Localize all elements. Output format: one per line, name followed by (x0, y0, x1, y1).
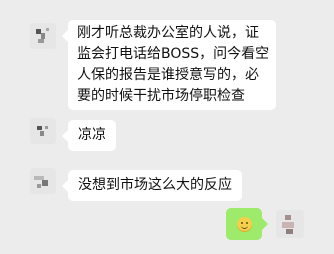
contact-avatar[interactable] (30, 23, 56, 49)
self-avatar[interactable] (276, 210, 304, 238)
message-text: 没想到市场这么大的反应 (78, 177, 232, 193)
chat-conversation: 刚才听总裁办公室的人说，证监会打电话给BOSS，问今看空人保的报告是谁授意写的，… (0, 0, 334, 254)
smiley-emoji-icon (236, 216, 252, 232)
contact-avatar[interactable] (30, 168, 56, 194)
message-text: 凉凉 (78, 127, 106, 143)
message-bubble[interactable]: 刚才听总裁办公室的人说，证监会打电话给BOSS，问今看空人保的报告是谁授意写的，… (62, 20, 276, 110)
self-message-bubble[interactable] (226, 208, 268, 240)
contact-avatar[interactable] (30, 118, 56, 144)
message-text: 刚才听总裁办公室的人说，证监会打电话给BOSS，问今看空人保的报告是谁授意写的，… (77, 25, 270, 104)
message-bubble[interactable]: 凉凉 (62, 120, 116, 151)
message-bubble[interactable]: 没想到市场这么大的反应 (62, 170, 242, 201)
